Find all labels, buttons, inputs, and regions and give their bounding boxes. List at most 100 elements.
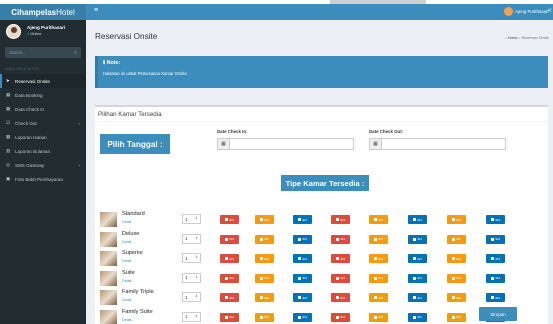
breadcrumb-home[interactable]: Home	[508, 36, 518, 40]
room-status-badge[interactable]: 404	[293, 293, 312, 302]
save-button[interactable]: Simpan	[479, 307, 517, 321]
sidebar-item-foto-bukti-pembayaran[interactable]: ▣ Foto Bukti Pembayaran	[0, 172, 86, 186]
room-status-badge[interactable]: 404	[220, 254, 239, 263]
room-status-badge[interactable]: 404	[447, 215, 466, 224]
sidebar-item-reservasi-onsite[interactable]: ➤ Reservasi Onsite	[0, 74, 86, 88]
app-logo[interactable]: Cihampelas Hotel	[0, 4, 86, 20]
room-status-badge[interactable]: 404	[369, 234, 388, 244]
room-status-badge[interactable]: 404	[220, 293, 239, 302]
room-status-badge[interactable]: 404	[293, 273, 312, 283]
room-status-badge[interactable]: 404	[369, 293, 388, 302]
sidebar-item-sms-gateway[interactable]: ◎ SMS Gateway ‹	[0, 158, 86, 172]
room-status-badge[interactable]: 404	[255, 312, 274, 322]
room-square-icon	[297, 296, 301, 299]
room-badge-text: 404	[455, 237, 461, 241]
spinner-arrows-icon[interactable]: ⇕	[195, 217, 198, 221]
room-status-badge[interactable]: 404	[408, 273, 427, 283]
room-badge-text: 404	[416, 256, 422, 261]
table-icon: ▦	[6, 106, 11, 111]
room-status-badge[interactable]: 404	[486, 215, 505, 224]
room-status-badge[interactable]: 404	[369, 254, 388, 263]
room-status-badge[interactable]: 404	[447, 234, 466, 244]
room-status-badge[interactable]: 404	[293, 312, 312, 322]
header-user-name[interactable]: Ajeng Purithasari	[515, 9, 548, 14]
sidebar-item-check-out[interactable]: ☑ Check Out ‹	[0, 116, 86, 130]
room-status-badge[interactable]: 404	[447, 273, 466, 283]
room-status-badge[interactable]: 404	[331, 293, 350, 302]
room-status-badge[interactable]: 404	[408, 234, 427, 244]
room-status-badge[interactable]: 404	[369, 215, 388, 224]
spinner-arrows-icon[interactable]: ⇕	[195, 295, 198, 299]
share-icon[interactable]: ≺	[547, 7, 552, 14]
quantity-stepper[interactable]: 1 ⇕	[182, 233, 201, 244]
sidebar-item-data-check-in[interactable]: ▦ Data Check In	[0, 102, 86, 116]
room-status-badge[interactable]: 404	[369, 273, 388, 283]
spinner-arrows-icon[interactable]: ⇕	[195, 314, 198, 319]
spinner-arrows-icon[interactable]: ⇕	[195, 275, 198, 280]
room-status-badge[interactable]: 404	[447, 312, 466, 322]
room-status-badge[interactable]: 404	[293, 215, 312, 224]
room-status-badge[interactable]: 404	[293, 254, 312, 263]
room-status-badge[interactable]: 404	[408, 254, 427, 263]
room-status-badge[interactable]: 404	[486, 273, 505, 283]
room-status-badge[interactable]: 404	[220, 215, 239, 224]
quantity-stepper[interactable]: 1 ⇕	[182, 214, 201, 224]
checkout-input[interactable]: ▦	[369, 138, 506, 150]
room-status-badge[interactable]: 404	[220, 312, 239, 322]
room-status-badge[interactable]: 404	[447, 293, 466, 302]
room-status-badge[interactable]: 404	[331, 254, 350, 263]
room-detail-link[interactable]: Detail...	[122, 298, 134, 302]
room-status-badge[interactable]: 404	[369, 312, 388, 322]
sidebar-item-data-booking[interactable]: ▦ Data Booking	[0, 88, 86, 102]
room-thumbnail	[100, 309, 117, 324]
spinner-arrows-icon[interactable]: ⇕	[195, 256, 198, 260]
pick-date-button[interactable]: Pilih Tanggal :	[100, 134, 170, 154]
room-status-badge[interactable]: 404	[220, 234, 239, 244]
room-status-badge[interactable]: 404	[255, 293, 274, 302]
room-detail-link[interactable]: Detail...	[122, 259, 134, 263]
room-square-icon	[335, 237, 339, 241]
room-square-icon	[451, 237, 455, 241]
room-status-badge[interactable]: 404	[447, 254, 466, 263]
checkin-input[interactable]: ▦	[217, 138, 354, 150]
room-status-badge[interactable]: 404	[331, 312, 350, 322]
room-badge-text: 404	[377, 295, 383, 300]
room-square-icon	[259, 315, 263, 319]
quantity-stepper[interactable]: 1 ⇕	[182, 292, 201, 302]
room-status-badge[interactable]: 404	[331, 234, 350, 244]
search-icon[interactable]: ⚲	[74, 50, 77, 55]
quantity-stepper[interactable]: 1 ⇕	[182, 311, 201, 322]
room-status-badge[interactable]: 404	[408, 312, 427, 322]
menu-toggle-icon[interactable]: ≡	[94, 7, 98, 14]
sidebar-item-laporan-harian[interactable]: ▦ Laporan Harian	[0, 130, 86, 144]
spinner-arrows-icon[interactable]: ⇕	[195, 236, 198, 241]
sidebar-search[interactable]: Search... ⚲	[5, 47, 81, 58]
room-detail-link[interactable]: Detail...	[122, 279, 134, 283]
room-status-badge[interactable]: 404	[331, 273, 350, 283]
room-status-badge[interactable]: 404	[331, 215, 350, 224]
room-status-badge[interactable]: 404	[486, 234, 505, 244]
header-avatar[interactable]	[504, 7, 513, 16]
room-status-badge[interactable]: 404	[408, 293, 427, 302]
room-row: Suite Detail... 1 ⇕ 404 404 404 404 404 404 404 404	[95, 269, 548, 288]
room-status-badge[interactable]: 404	[408, 215, 427, 224]
room-name: Superior	[122, 250, 144, 256]
room-status-badge[interactable]: 404	[255, 273, 274, 283]
quantity-stepper[interactable]: 1 ⇕	[182, 272, 201, 283]
room-status-badge[interactable]: 404	[486, 293, 505, 302]
room-badge-text: 404	[455, 256, 461, 261]
sidebar-item-laporan-bulanan[interactable]: ▥ Laporan Bulanan	[0, 144, 86, 158]
room-status-badge[interactable]: 404	[255, 215, 274, 224]
room-status-badge[interactable]: 404	[293, 234, 312, 244]
room-status-badge[interactable]: 404	[255, 234, 274, 244]
room-detail-link[interactable]: Detail...	[122, 240, 134, 244]
room-detail-link[interactable]: Detail...	[122, 220, 134, 224]
room-badge-text: 404	[263, 217, 269, 222]
search-input[interactable]: Search...	[9, 50, 26, 55]
room-status-badge[interactable]: 404	[220, 273, 239, 283]
room-badge-text: 404	[339, 217, 345, 222]
quantity-stepper[interactable]: 1 ⇕	[182, 253, 201, 263]
room-status-badge[interactable]: 404	[255, 254, 274, 263]
room-detail-link[interactable]: Detail...	[122, 318, 134, 322]
room-status-badge[interactable]: 404	[486, 254, 505, 263]
